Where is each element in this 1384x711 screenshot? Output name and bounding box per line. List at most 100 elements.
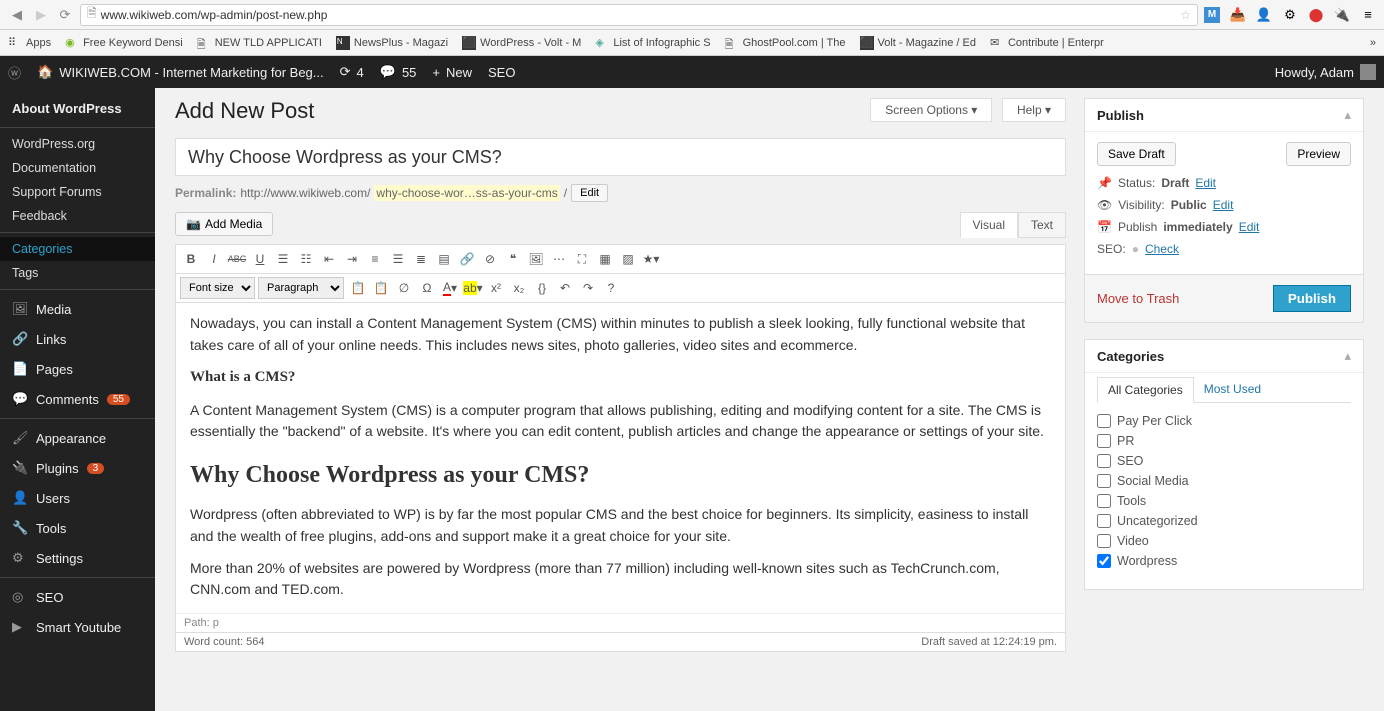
comments-bubble[interactable]: 💬55	[380, 64, 417, 80]
sidebar-pages[interactable]: 📄Pages	[0, 354, 155, 384]
edit-publish-link[interactable]: Edit	[1239, 220, 1260, 234]
add-media-button[interactable]: 📷Add Media	[175, 212, 273, 236]
sub-button[interactable]: x₂	[508, 277, 530, 299]
category-checkbox[interactable]	[1097, 494, 1111, 508]
category-item[interactable]: PR	[1097, 431, 1351, 451]
italic-button[interactable]: I	[203, 248, 225, 270]
bold-button[interactable]: B	[180, 248, 202, 270]
screen-options-tab[interactable]: Screen Options ▾	[870, 98, 992, 122]
help-button[interactable]: ?	[600, 277, 622, 299]
bg-color-button[interactable]: ab▾	[462, 277, 484, 299]
category-checkbox[interactable]	[1097, 454, 1111, 468]
category-item[interactable]: Social Media	[1097, 471, 1351, 491]
seo-check-link[interactable]: Check	[1145, 242, 1179, 256]
ext-icon[interactable]: 👤	[1256, 7, 1272, 23]
category-checkbox[interactable]	[1097, 514, 1111, 528]
sidebar-about[interactable]: About WordPress	[0, 94, 155, 123]
menu-icon[interactable]: ≡	[1360, 7, 1376, 23]
underline-button[interactable]: U	[249, 248, 271, 270]
image-button[interactable]: 🖼	[525, 248, 547, 270]
category-item[interactable]: Uncategorized	[1097, 511, 1351, 531]
sidebar-appearance[interactable]: 🖌Appearance	[0, 423, 155, 453]
wp-logo[interactable]: ⓦ	[8, 63, 21, 82]
sidebar-support[interactable]: Support Forums	[0, 180, 155, 204]
post-title-input[interactable]	[175, 138, 1066, 176]
redo-button[interactable]: ↷	[577, 277, 599, 299]
sidebar-plugins[interactable]: 🔌Plugins3	[0, 453, 155, 483]
ext-icon[interactable]: ⚙	[1282, 7, 1298, 23]
more-button[interactable]: ⋯	[548, 248, 570, 270]
edit-status-link[interactable]: Edit	[1195, 176, 1216, 190]
category-item[interactable]: Wordpress	[1097, 551, 1351, 571]
bookmark[interactable]: 🗎NEW TLD APPLICATI	[197, 36, 322, 50]
seo-menu[interactable]: SEO	[488, 65, 515, 80]
publish-button[interactable]: Publish	[1273, 285, 1351, 312]
paste-button[interactable]: 📋	[347, 277, 369, 299]
bookmark[interactable]: ✉Contribute | Enterpr	[990, 36, 1104, 50]
most-used-tab[interactable]: Most Used	[1194, 377, 1271, 402]
fontsize-select[interactable]: Font size	[180, 277, 255, 299]
ext-icon[interactable]: 📥	[1230, 7, 1246, 23]
outdent-button[interactable]: ⇤	[318, 248, 340, 270]
sidebar-tags[interactable]: Tags	[0, 261, 155, 285]
new-content[interactable]: +New	[432, 65, 472, 80]
ext-icon[interactable]: M	[1204, 7, 1220, 23]
special-char-button[interactable]: Ω	[416, 277, 438, 299]
category-item[interactable]: SEO	[1097, 451, 1351, 471]
text-tab[interactable]: Text	[1018, 212, 1066, 238]
category-checkbox[interactable]	[1097, 434, 1111, 448]
toggle-icon[interactable]: ▴	[1344, 107, 1351, 123]
sidebar-users[interactable]: 👤Users	[0, 483, 155, 513]
undo-button[interactable]: ↶	[554, 277, 576, 299]
code-button[interactable]: {}	[531, 277, 553, 299]
all-categories-tab[interactable]: All Categories	[1097, 377, 1194, 403]
strike-button[interactable]: ABC	[226, 248, 248, 270]
updates[interactable]: ⟳4	[340, 64, 364, 80]
star-button[interactable]: ★▾	[640, 248, 662, 270]
sidebar-feedback[interactable]: Feedback	[0, 204, 155, 228]
unlink-button[interactable]: ⊘	[479, 248, 501, 270]
sidebar-docs[interactable]: Documentation	[0, 156, 155, 180]
reload-button[interactable]: ⟳	[56, 6, 74, 24]
bookmark[interactable]: 🗎GhostPool.com | The	[725, 36, 846, 50]
format-select[interactable]: Paragraph	[258, 277, 344, 299]
sidebar-comments[interactable]: 💬Comments55	[0, 384, 155, 414]
paste-text-button[interactable]: 📋	[370, 277, 392, 299]
category-checkbox[interactable]	[1097, 474, 1111, 488]
align-justify-button[interactable]: ▤	[433, 248, 455, 270]
preview-button[interactable]: Preview	[1286, 142, 1351, 166]
link-button[interactable]: 🔗	[456, 248, 478, 270]
table-button[interactable]: ▦	[594, 248, 616, 270]
help-tab[interactable]: Help ▾	[1002, 98, 1066, 122]
sidebar-seo[interactable]: ◎SEO	[0, 582, 155, 612]
site-name[interactable]: 🏠WIKIWEB.COM - Internet Marketing for Be…	[37, 64, 324, 80]
category-checkbox[interactable]	[1097, 414, 1111, 428]
fullscreen-button[interactable]: ⛶	[571, 248, 593, 270]
ext-icon[interactable]: ⬤	[1308, 7, 1324, 23]
sidebar-media[interactable]: 🖼Media	[0, 294, 155, 324]
bookmark[interactable]: NNewsPlus - Magazi	[336, 36, 448, 50]
permalink-slug[interactable]: why-choose-wor…ss-as-your-cms	[374, 185, 559, 201]
bookmark[interactable]: ⬛WordPress - Volt - M	[462, 36, 581, 50]
sidebar-wporg[interactable]: WordPress.org	[0, 132, 155, 156]
edit-permalink-button[interactable]: Edit	[571, 184, 608, 202]
category-checkbox[interactable]	[1097, 554, 1111, 568]
toggle-icon[interactable]: ▴	[1344, 348, 1351, 364]
toolbar-toggle-button[interactable]: ▨	[617, 248, 639, 270]
category-item[interactable]: Pay Per Click	[1097, 411, 1351, 431]
bookmark[interactable]: ◉Free Keyword Densi	[65, 36, 183, 50]
move-to-trash-link[interactable]: Move to Trash	[1097, 291, 1179, 306]
align-left-button[interactable]: ≡	[364, 248, 386, 270]
editor-content[interactable]: Nowadays, you can install a Content Mana…	[176, 303, 1065, 613]
visual-tab[interactable]: Visual	[960, 212, 1018, 238]
sidebar-categories[interactable]: Categories	[0, 237, 155, 261]
indent-button[interactable]: ⇥	[341, 248, 363, 270]
howdy-user[interactable]: Howdy, Adam	[1275, 64, 1376, 80]
back-button[interactable]: ◀	[8, 6, 26, 24]
star-icon[interactable]: ☆	[1180, 8, 1191, 22]
bookmark[interactable]: ⬛Volt - Magazine / Ed	[860, 36, 976, 50]
sidebar-settings[interactable]: ⚙Settings	[0, 543, 155, 573]
text-color-button[interactable]: A▾	[439, 277, 461, 299]
url-bar[interactable]: 🗎 www.wikiweb.com/wp-admin/post-new.php …	[80, 4, 1198, 26]
ul-button[interactable]: ☰	[272, 248, 294, 270]
